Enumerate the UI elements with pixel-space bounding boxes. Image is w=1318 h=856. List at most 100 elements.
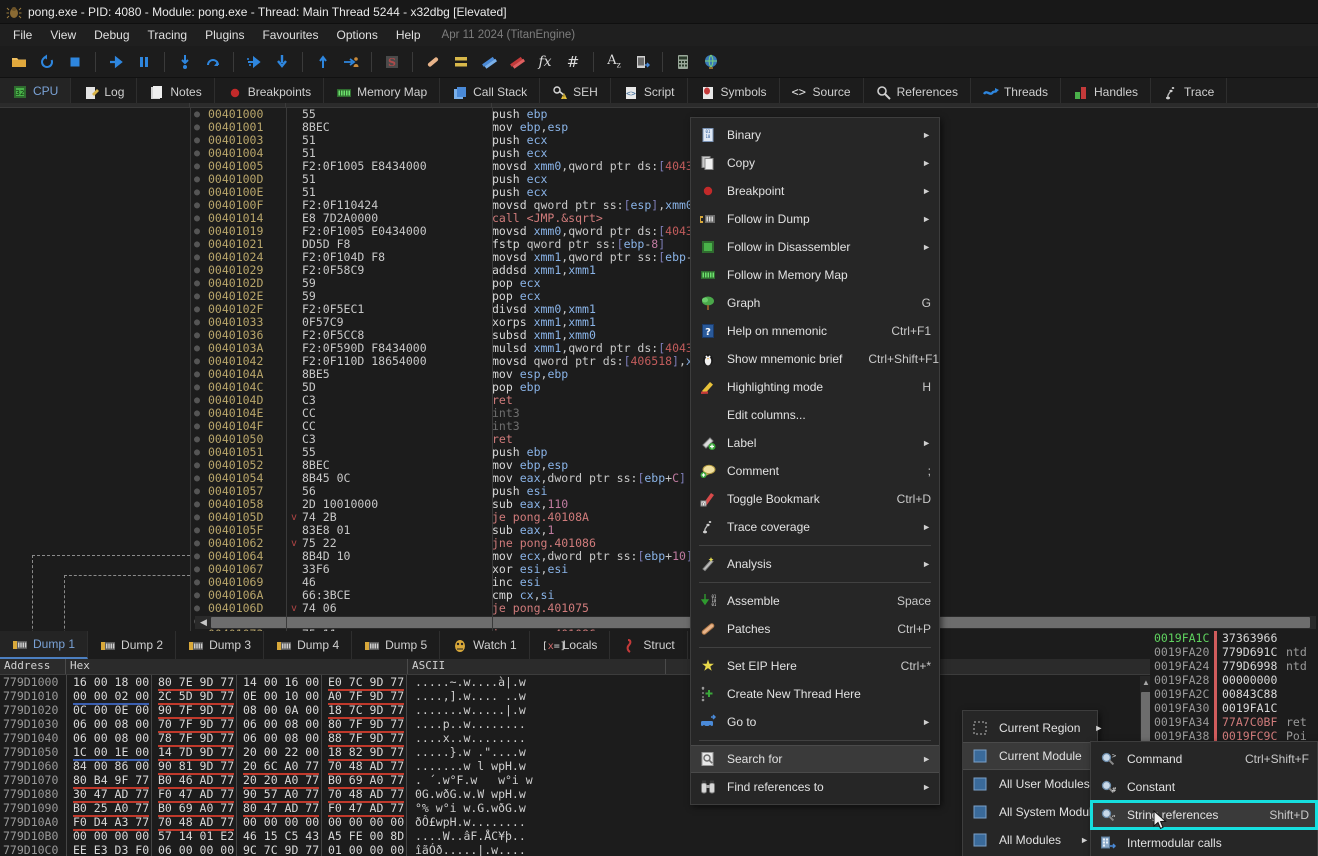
menu-item-trace-coverage[interactable]: Trace coverage ► (691, 513, 939, 541)
breakpoint-gutter[interactable]: ● (190, 563, 204, 576)
breakpoint-gutter[interactable]: ● (190, 199, 204, 212)
menu-plugins[interactable]: Plugins (196, 25, 253, 45)
disassembly-row[interactable]: ● 0040104D C3 ret (0, 394, 1318, 407)
bookmarks-icon[interactable] (504, 49, 530, 75)
stack-row[interactable]: 0019FA20 779D691C ntd (1150, 645, 1318, 659)
menu-item-toggle-bookmark[interactable]: n Toggle Bookmark Ctrl+D (691, 485, 939, 513)
breakpoint-gutter[interactable]: ● (190, 368, 204, 381)
stack-row[interactable]: 0019FA30 0019FA1C (1150, 701, 1318, 715)
dump-tab-dump-2[interactable]: Dump 2 (88, 631, 177, 659)
dump-tab-dump-1[interactable]: Dump 1 (0, 631, 89, 659)
menu-item-command[interactable]: > Command Ctrl+Shift+F (1091, 745, 1317, 773)
menu-item-all-system-modules[interactable]: All System Modules► (963, 798, 1127, 826)
breakpoint-gutter[interactable]: ● (190, 303, 204, 316)
patches-icon[interactable] (420, 49, 446, 75)
disassembly-row[interactable]: ● 00401000 55 push ebp (0, 108, 1318, 121)
close-icon[interactable] (62, 49, 88, 75)
open-icon[interactable] (6, 49, 32, 75)
step-into-icon[interactable] (172, 49, 198, 75)
menu-item-graph[interactable]: Graph G (691, 289, 939, 317)
menu-item-help-on-mnemonic[interactable]: ? Help on mnemonic Ctrl+F1 (691, 317, 939, 345)
breakpoint-gutter[interactable]: ● (190, 433, 204, 446)
menu-item-create-new-thread-here[interactable]: Create New Thread Here (691, 680, 939, 708)
breakpoint-gutter[interactable]: ● (190, 264, 204, 277)
disassembly-row[interactable]: ● 00401024 F2:0F104D F8 movsd xmm1,qword pt… (0, 251, 1318, 264)
menu-item-breakpoint[interactable]: Breakpoint ► (691, 177, 939, 205)
breakpoint-gutter[interactable]: ● (190, 381, 204, 394)
menu-item-patches[interactable]: Patches Ctrl+P (691, 615, 939, 643)
tab-references[interactable]: References (864, 78, 971, 105)
disassembly-row[interactable]: ● 0040100F F2:0F110424 movsd qword ptr ss:[… (0, 199, 1318, 212)
menu-item-follow-in-dump[interactable]: Follow in Dump ► (691, 205, 939, 233)
menu-file[interactable]: File (4, 25, 41, 45)
dump-tab-dump-4[interactable]: Dump 4 (264, 631, 353, 659)
dump-tab-dump-5[interactable]: Dump 5 (352, 631, 441, 659)
menu-item-set-eip-here[interactable]: Set EIP Here Ctrl+* (691, 652, 939, 680)
breakpoint-gutter[interactable]: ● (190, 147, 204, 160)
disassembly-row[interactable]: ● 00401058 2D 10010000 sub eax,110 (0, 498, 1318, 511)
pause-icon[interactable] (131, 49, 157, 75)
disassembly-row[interactable]: ● 00401003 51 push ecx (0, 134, 1318, 147)
dump-tab-locals[interactable]: [x=] Locals (530, 631, 611, 659)
dump-row[interactable]: 779D1020 0C 00 0E 00 90 7F 9D 77 08 00 0A 0… (0, 703, 1318, 719)
menu-item-current-region[interactable]: Current Region ► (963, 714, 1103, 742)
tab-threads[interactable]: Threads (971, 78, 1061, 105)
breakpoint-gutter[interactable]: ● (190, 459, 204, 472)
stack-row[interactable]: 0019FA24 779D6998 ntd (1150, 659, 1318, 673)
breakpoint-gutter[interactable]: ● (190, 394, 204, 407)
disassembly-row[interactable]: ● 0040100D 51 push ecx (0, 173, 1318, 186)
disassembly-row[interactable]: ● 00401067 33F6 xor esi,esi (0, 563, 1318, 576)
breakpoint-gutter[interactable]: ● (190, 212, 204, 225)
trace-over-icon[interactable] (269, 49, 295, 75)
menu-debug[interactable]: Debug (85, 25, 138, 45)
dump-col-hex[interactable]: Hex (66, 659, 408, 674)
menu-item-edit-columns[interactable]: Edit columns... (691, 401, 939, 429)
breakpoint-gutter[interactable]: ● (190, 108, 204, 121)
tab-log[interactable]: Log (71, 78, 138, 105)
menu-item-find-references-to[interactable]: Find references to ► (691, 773, 939, 801)
menu-item-follow-in-disassembler[interactable]: Follow in Disassembler ► (691, 233, 939, 261)
menu-item-show-mnemonic-brief[interactable]: Show mnemonic brief Ctrl+Shift+F1 (691, 345, 939, 373)
main-toolbar[interactable]: Sfx # Az (0, 46, 1318, 78)
breakpoint-gutter[interactable]: ● (190, 277, 204, 290)
menu-item-search-for[interactable]: Search for ► (691, 745, 939, 773)
hash-icon[interactable]: # (560, 49, 586, 75)
stack-row[interactable]: 0019FA2C 00843C88 (1150, 687, 1318, 701)
scroll-left-icon[interactable]: ◀ (197, 617, 210, 628)
scylla-icon[interactable]: S (379, 49, 405, 75)
breakpoint-gutter[interactable]: ● (190, 446, 204, 459)
globe-icon[interactable] (698, 49, 724, 75)
disassembly-row[interactable]: ● 0040104A 8BE5 mov esp,ebp (0, 368, 1318, 381)
breakpoint-gutter[interactable]: ● (190, 342, 204, 355)
disassembly-row[interactable]: ● 00401042 F2:0F110D 18654000 movsd qword p… (0, 355, 1318, 368)
disassembly-row[interactable]: ● 00401057 56 push esi (0, 485, 1318, 498)
menu-tracing[interactable]: Tracing (139, 25, 197, 45)
breakpoint-gutter[interactable]: ● (190, 186, 204, 199)
breakpoint-gutter[interactable]: ● (190, 602, 204, 615)
breakpoint-gutter[interactable]: ● (190, 472, 204, 485)
log-icon[interactable] (448, 49, 474, 75)
disassembly-row[interactable]: ● 00401029 F2:0F58C9 addsd xmm1,xmm1 (0, 264, 1318, 277)
disassembly-row[interactable]: ● 0040105D v 74 2B je pong.40108A (0, 511, 1318, 524)
tab-symbols[interactable]: Symbols (688, 78, 780, 105)
menu-item-all-modules[interactable]: All Modules ► (963, 826, 1097, 854)
menu-item-assemble[interactable]: 01 10 01 Assemble Space (691, 587, 939, 615)
breakpoint-gutter[interactable]: ● (190, 329, 204, 342)
menu-item-highlighting-mode[interactable]: Highlighting mode H (691, 373, 939, 401)
menu-bar[interactable]: File View Debug Tracing Plugins Favourit… (0, 24, 1318, 46)
menu-item-copy[interactable]: Copy ► (691, 149, 939, 177)
disassembly-row[interactable]: ● 00401050 C3 ret (0, 433, 1318, 446)
calculator-icon[interactable] (670, 49, 696, 75)
dump-row[interactable]: 779D1030 06 00 08 00 70 7F 9D 77 06 00 08 0… (0, 717, 1318, 733)
tab-trace[interactable]: Trace (1151, 78, 1228, 105)
disassembly-row[interactable]: ● 0040104C 5D pop ebp (0, 381, 1318, 394)
disassembly-row[interactable]: ● 0040106A 66:3BCE cmp cx,si (0, 589, 1318, 602)
breakpoints-icon[interactable] (476, 49, 502, 75)
menu-item-comment[interactable]: Comment; (691, 457, 939, 485)
tab-script[interactable]: <> Script (611, 78, 688, 105)
dump-row[interactable]: 779D1000 16 00 18 00 80 7E 9D 77 14 00 16 0… (0, 675, 1318, 691)
disassembly-row[interactable]: ● 00401054 8B45 0C mov eax,dword ptr ss:[eb… (0, 472, 1318, 485)
breakpoint-gutter[interactable]: ● (190, 550, 204, 563)
menu-help[interactable]: Help (387, 25, 430, 45)
stack-row[interactable]: 0019FA34 77A7C0BF ret (1150, 715, 1318, 729)
